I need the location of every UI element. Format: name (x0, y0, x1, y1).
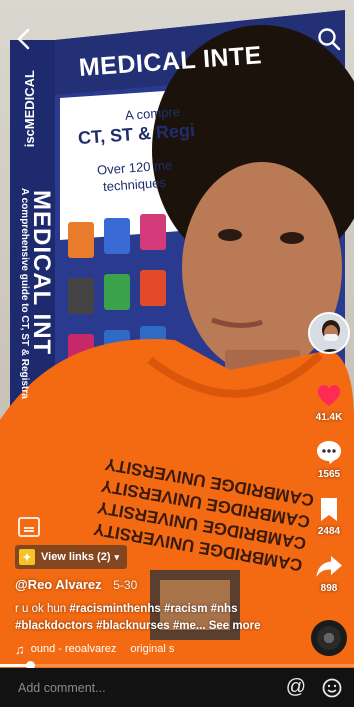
description-text: r u ok hun (15, 603, 67, 615)
share-button[interactable]: 898 (314, 551, 344, 594)
bookmark-icon (321, 498, 337, 521)
search-icon (318, 28, 341, 51)
like-count: 41.4K (315, 412, 343, 423)
comment-count: 1565 (317, 469, 341, 480)
sparkle-icon: ✦ (19, 549, 35, 565)
author-row: @Reo Alvarez 5-30 (15, 577, 137, 592)
captions-icon[interactable] (18, 517, 40, 537)
view-links-label: View links (2) (41, 551, 111, 563)
emoji-icon[interactable] (322, 678, 342, 698)
view-links-pill[interactable]: ✦ View links (2) ▾ (15, 545, 128, 569)
book-spine-brand: iscMEDICAL (22, 70, 37, 148)
post-date: 5-30 (113, 578, 138, 592)
share-arrow-icon (316, 556, 342, 577)
hashtags-line-2[interactable]: #blackdoctors #blacknurses #me... (15, 620, 205, 632)
comment-button[interactable]: 1565 (314, 437, 344, 480)
heart-icon (317, 384, 341, 406)
action-rail: 41.4K 1565 2484 898 (304, 312, 354, 608)
chevron-left-icon (17, 28, 30, 50)
book-spine-subtitle: A comprehensive guide to CT, ST & Regist… (19, 188, 30, 399)
music-sound: ound - reoalvarez (30, 643, 117, 655)
like-button[interactable]: 41.4K (314, 380, 344, 423)
avatar-image (310, 314, 348, 352)
chevron-down-icon: ▾ (114, 551, 120, 562)
search-button[interactable] (316, 26, 342, 52)
back-button[interactable] (12, 26, 36, 52)
share-count: 898 (320, 583, 338, 594)
music-note-icon: ♫ (15, 642, 25, 656)
comment-bar: @ (0, 668, 354, 707)
save-count: 2484 (317, 526, 341, 537)
author-name[interactable]: @Reo Alvarez (15, 577, 102, 592)
video-progress-bar[interactable] (0, 661, 354, 670)
music-disc[interactable] (311, 620, 347, 656)
music-original: original s (130, 643, 175, 655)
mention-icon[interactable]: @ (286, 676, 306, 699)
book-spine-title: MEDICAL INT (28, 190, 55, 356)
see-more-link[interactable]: See more (209, 620, 261, 632)
comment-icon (317, 441, 341, 464)
avatar[interactable] (308, 312, 350, 354)
hashtags-line-1[interactable]: #racisminthenhs #racism #nhs (69, 603, 237, 615)
comment-input[interactable] (18, 680, 286, 695)
save-button[interactable]: 2484 (314, 494, 344, 537)
music-ticker[interactable]: ♫ ound - reoalvarez original s (15, 642, 295, 656)
post-description: r u ok hun #racisminthenhs #racism #nhs … (15, 601, 305, 635)
